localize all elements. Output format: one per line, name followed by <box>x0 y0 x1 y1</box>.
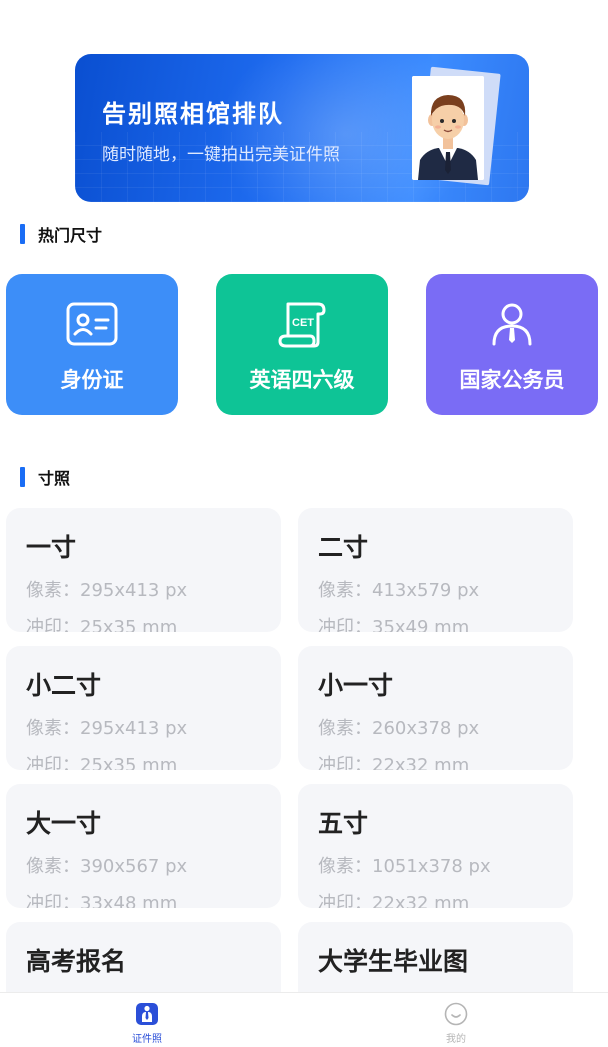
size-name: 一寸 <box>26 533 77 562</box>
size-name: 大学生毕业图 <box>318 947 469 976</box>
size-card-small-two-inch[interactable]: 小二寸 像素：295x413 px 冲印：25x35 mm <box>6 646 281 770</box>
size-name: 小一寸 <box>318 671 394 700</box>
hot-card-id-card[interactable]: 身份证 <box>6 274 178 415</box>
hot-card-label: 英语四六级 <box>249 368 355 392</box>
smile-face-icon <box>444 1002 468 1026</box>
banner-subtitle: 随时随地，一键拍出完美证件照 <box>102 145 340 165</box>
inch-photo-heading: 寸照 <box>20 465 70 489</box>
size-pixels: 像素：260x378 px <box>318 718 480 739</box>
promo-banner[interactable]: 告别照相馆排队 随时随地，一键拍出完美证件照 <box>75 54 529 202</box>
tab-mine[interactable]: 我的 <box>396 993 516 1047</box>
size-name: 大一寸 <box>26 809 102 838</box>
cet-scroll-icon: CET <box>278 302 326 348</box>
cet-icon-text: CET <box>292 317 314 329</box>
tab-id-photo[interactable]: 证件照 <box>87 993 207 1047</box>
size-print: 冲印：25x35 mm <box>26 617 178 632</box>
size-print: 冲印：22x32 mm <box>318 893 470 908</box>
banner-title: 告别照相馆排队 <box>102 100 284 128</box>
hot-card-cet[interactable]: CET 英语四六级 <box>216 274 388 415</box>
size-name: 小二寸 <box>26 671 102 700</box>
id-card-icon <box>66 302 118 346</box>
size-card-five-inch[interactable]: 五寸 像素：1051x378 px 冲印：22x32 mm <box>298 784 573 908</box>
size-print: 冲印：22x32 mm <box>318 755 470 770</box>
size-card-small-one-inch[interactable]: 小一寸 像素：260x378 px 冲印：22x32 mm <box>298 646 573 770</box>
size-print: 冲印：25x35 mm <box>26 755 178 770</box>
id-photo-icon <box>136 1003 158 1025</box>
size-card-one-inch[interactable]: 一寸 像素：295x413 px 冲印：25x35 mm <box>6 508 281 632</box>
tab-label: 证件照 <box>132 1034 162 1045</box>
size-name: 五寸 <box>318 809 369 838</box>
size-pixels: 像素：413x579 px <box>318 580 480 601</box>
size-card-two-inch[interactable]: 二寸 像素：413x579 px 冲印：35x49 mm <box>298 508 573 632</box>
size-pixels: 像素：1051x378 px <box>318 856 491 877</box>
hot-card-label: 身份证 <box>60 368 124 392</box>
portrait-illustration <box>412 76 484 180</box>
size-name: 高考报名 <box>26 947 127 976</box>
civil-servant-icon <box>492 303 532 346</box>
size-pixels: 像素：295x413 px <box>26 580 188 601</box>
size-name: 二寸 <box>318 533 369 562</box>
size-card-large-one-inch[interactable]: 大一寸 像素：390x567 px 冲印：33x48 mm <box>6 784 281 908</box>
hot-card-label: 国家公务员 <box>459 368 565 392</box>
size-pixels: 像素：390x567 px <box>26 856 188 877</box>
size-pixels: 像素：295x413 px <box>26 718 188 739</box>
size-print: 冲印：35x49 mm <box>318 617 470 632</box>
tab-label: 我的 <box>446 1034 466 1045</box>
bottom-tab-bar: 证件照 我的 <box>0 992 608 1047</box>
size-print: 冲印：33x48 mm <box>26 893 178 908</box>
hot-card-civil-servant[interactable]: 国家公务员 <box>426 274 598 415</box>
hot-sizes-heading: 热门尺寸 <box>20 222 102 246</box>
